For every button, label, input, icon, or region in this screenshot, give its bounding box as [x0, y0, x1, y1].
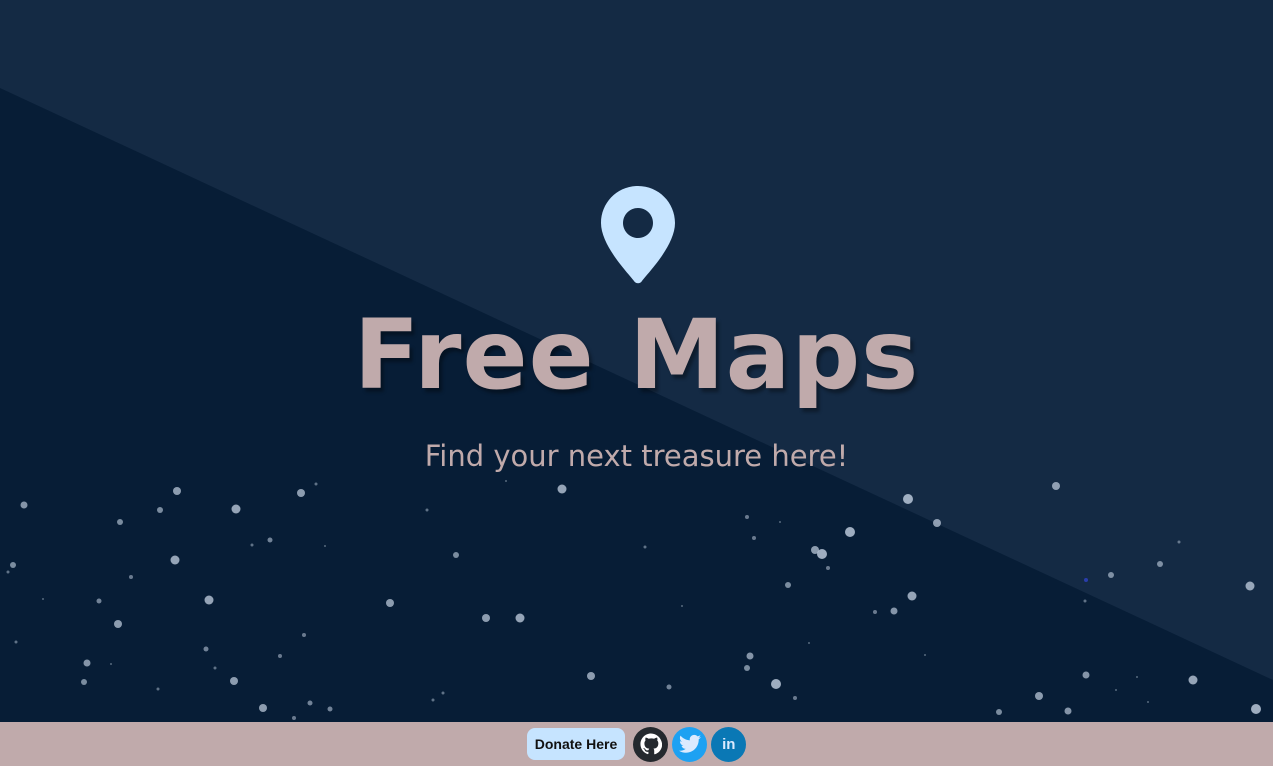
particle-dot	[557, 484, 567, 494]
particle-dot	[1136, 676, 1138, 678]
particle-dot	[425, 508, 429, 512]
particle-dot	[204, 595, 214, 605]
particle-dot	[1188, 675, 1198, 685]
particle-dot	[114, 620, 122, 628]
particle-dot	[1108, 572, 1114, 578]
particle-dot	[996, 709, 1002, 715]
particle-dot	[129, 575, 133, 579]
particle-dot	[386, 599, 394, 607]
particle-dot	[96, 598, 102, 604]
particle-dot	[250, 543, 254, 547]
particle-dot	[453, 552, 459, 558]
page-subtitle: Find your next treasure here!	[424, 439, 849, 473]
particle-dot	[933, 519, 941, 527]
particle-dot	[1082, 671, 1090, 679]
particle-dot	[42, 598, 44, 600]
particle-dot	[752, 536, 756, 540]
particle-dot	[907, 591, 917, 601]
particle-dot	[515, 613, 525, 623]
particle-dot	[746, 652, 754, 660]
particle-dot	[117, 519, 123, 525]
particle-dot	[231, 504, 241, 514]
particle-dot	[779, 521, 781, 523]
particle-dot	[20, 501, 28, 509]
particle-dot	[1084, 578, 1088, 582]
particle-dot	[666, 684, 672, 690]
particle-dot	[1052, 482, 1060, 490]
particle-dot	[890, 607, 898, 615]
twitter-icon	[678, 734, 701, 753]
particle-dot	[203, 646, 209, 652]
particle-dot	[441, 691, 445, 695]
github-link[interactable]	[633, 726, 669, 762]
particle-dot	[327, 706, 333, 712]
particle-dot	[785, 582, 791, 588]
linkedin-link[interactable]: in	[711, 726, 747, 762]
page: Free Maps Find your next treasure here! …	[0, 0, 1273, 766]
particle-dot	[157, 507, 163, 513]
particle-dot	[643, 545, 647, 549]
linkedin-icon: in	[722, 735, 736, 753]
particle-dot	[505, 480, 507, 482]
particle-dot	[1035, 692, 1043, 700]
particle-dot	[6, 570, 10, 574]
particle-dot	[1115, 689, 1117, 691]
particle-dot	[110, 663, 112, 665]
particle-dot	[744, 665, 750, 671]
particle-dot	[302, 633, 306, 637]
particle-dot	[681, 605, 683, 607]
twitter-link[interactable]	[672, 726, 708, 762]
github-icon	[640, 733, 662, 755]
particle-dot	[81, 679, 87, 685]
particle-dot	[14, 640, 18, 644]
particle-dot	[587, 672, 595, 680]
particle-dot	[10, 562, 16, 568]
particle-dot	[826, 566, 830, 570]
map-pin-icon	[601, 186, 675, 284]
particle-dot	[278, 654, 282, 658]
particle-dot	[1245, 581, 1255, 591]
particle-dot	[1157, 561, 1163, 567]
donate-button[interactable]: Donate Here	[526, 728, 626, 760]
hero-section: Free Maps Find your next treasure here!	[0, 0, 1273, 722]
particle-dot	[1083, 599, 1087, 603]
particle-dot	[267, 537, 273, 543]
particle-dot	[173, 487, 181, 495]
particle-dot	[324, 545, 326, 547]
particle-dot	[297, 489, 305, 497]
footer-bar: Donate Here in	[0, 722, 1273, 766]
particle-dot	[307, 700, 313, 706]
particle-dot	[793, 696, 797, 700]
particle-dot	[808, 642, 810, 644]
particle-dot	[1147, 701, 1149, 703]
particle-dot	[314, 482, 318, 486]
particle-dot	[873, 610, 877, 614]
particle-dot	[903, 494, 913, 504]
particle-dot	[1177, 540, 1181, 544]
particle-dot	[745, 515, 749, 519]
particle-dot	[1064, 707, 1072, 715]
particle-dot	[83, 659, 91, 667]
particle-dot	[771, 679, 781, 689]
particle-dot	[431, 698, 435, 702]
particle-dot	[213, 666, 217, 670]
page-title: Free Maps	[353, 299, 920, 411]
particle-dot	[482, 614, 490, 622]
particle-dot	[156, 687, 160, 691]
particle-dot	[1251, 704, 1261, 714]
particle-dot	[170, 555, 180, 565]
particle-dot	[817, 549, 827, 559]
particle-dot	[845, 527, 855, 537]
particle-dot	[924, 654, 926, 656]
particle-dot	[259, 704, 267, 712]
particle-dot	[292, 716, 296, 720]
particle-dot	[230, 677, 238, 685]
